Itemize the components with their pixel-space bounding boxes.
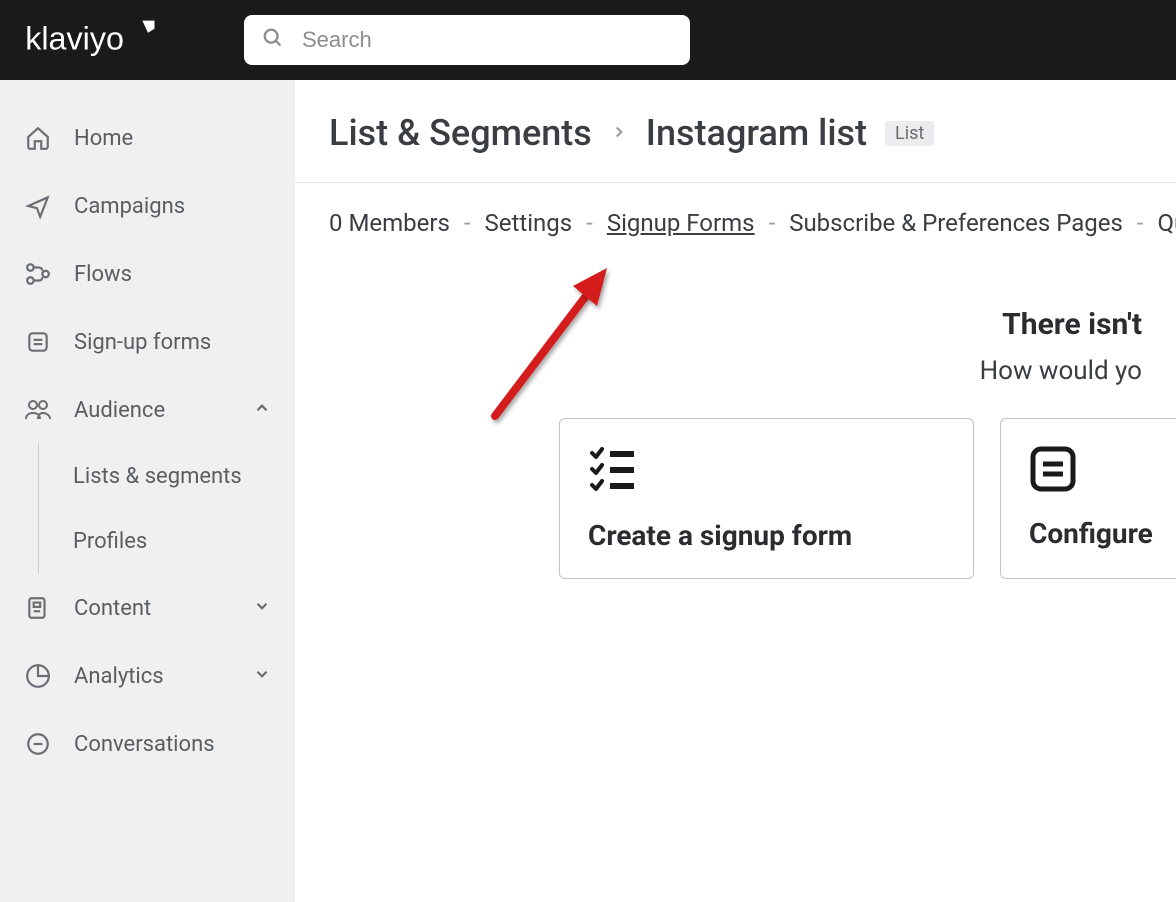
sidebar-item-home[interactable]: Home (0, 104, 295, 172)
klaviyo-logo-icon: klaviyo (16, 19, 196, 61)
tab-members[interactable]: 0 Members (329, 209, 450, 237)
sidebar-item-label: Sign-up forms (74, 330, 271, 355)
content-area: There isn't How would yo Crea (295, 237, 1176, 579)
option-cards: Create a signup form Configure (329, 418, 1142, 579)
card-create-signup-form[interactable]: Create a signup form (559, 418, 974, 579)
tab-row: 0 Members - Settings - Signup Forms - Su… (295, 183, 1176, 237)
audience-icon (24, 396, 52, 424)
form-box-icon (1029, 445, 1176, 497)
chat-icon (24, 730, 52, 758)
breadcrumb: List & Segments Instagram list List (329, 112, 1142, 154)
search-input[interactable] (302, 27, 672, 53)
sidebar-item-content[interactable]: Content (0, 574, 295, 642)
sidebar-audience-submenu: Lists & segments Profiles (38, 444, 295, 574)
search-icon (262, 27, 284, 53)
brand-logo[interactable]: klaviyo (16, 19, 196, 61)
breadcrumb-current: Instagram list (646, 112, 867, 154)
sidebar-item-label: Conversations (74, 732, 271, 757)
main-content: List & Segments Instagram list List 0 Me… (295, 80, 1176, 902)
svg-text:klaviyo: klaviyo (25, 21, 124, 57)
sidebar-item-conversations[interactable]: Conversations (0, 710, 295, 778)
analytics-icon (24, 662, 52, 690)
checklist-icon (588, 445, 945, 499)
sidebar-item-analytics[interactable]: Analytics (0, 642, 295, 710)
sidebar: Home Campaigns Flows (0, 80, 295, 902)
search-box[interactable] (244, 15, 690, 65)
tab-settings[interactable]: Settings (485, 209, 573, 237)
sidebar-subitem-label: Lists & segments (73, 464, 242, 489)
page-header: List & Segments Instagram list List (295, 80, 1176, 183)
tab-quick-add[interactable]: Quick Add (1158, 209, 1176, 237)
chevron-up-icon (253, 398, 271, 423)
sidebar-item-flows[interactable]: Flows (0, 240, 295, 308)
sidebar-item-label: Content (74, 596, 253, 621)
sidebar-item-label: Campaigns (74, 194, 271, 219)
tab-separator: - (1137, 209, 1144, 237)
sidebar-subitem-label: Profiles (73, 529, 147, 554)
send-icon (24, 192, 52, 220)
form-icon (24, 328, 52, 356)
card-title: Create a signup form (588, 519, 945, 552)
list-type-badge: List (885, 121, 934, 146)
empty-state-subline: How would yo (329, 356, 1142, 386)
chevron-right-icon (610, 118, 628, 148)
chevron-down-icon (253, 596, 271, 621)
topbar: klaviyo (0, 0, 1176, 80)
home-icon (24, 124, 52, 152)
sidebar-subitem-lists-segments[interactable]: Lists & segments (73, 444, 295, 509)
sidebar-item-label: Audience (74, 398, 253, 423)
tab-separator: - (769, 209, 776, 237)
tab-signup-forms[interactable]: Signup Forms (607, 209, 755, 237)
tab-separator: - (464, 209, 471, 237)
tab-subscribe-pages[interactable]: Subscribe & Preferences Pages (789, 209, 1123, 237)
sidebar-item-label: Analytics (74, 664, 253, 689)
flow-icon (24, 260, 52, 288)
sidebar-subitem-profiles[interactable]: Profiles (73, 509, 295, 574)
content-icon (24, 594, 52, 622)
sidebar-item-label: Flows (74, 262, 271, 287)
chevron-down-icon (253, 664, 271, 689)
sidebar-item-signup-forms[interactable]: Sign-up forms (0, 308, 295, 376)
tab-separator: - (586, 209, 593, 237)
sidebar-item-campaigns[interactable]: Campaigns (0, 172, 295, 240)
sidebar-item-label: Home (74, 126, 271, 151)
card-title: Configure (1029, 517, 1176, 550)
breadcrumb-root[interactable]: List & Segments (329, 112, 592, 154)
empty-state-headline: There isn't (329, 307, 1142, 342)
card-configure[interactable]: Configure (1000, 418, 1176, 579)
sidebar-item-audience[interactable]: Audience (0, 376, 295, 444)
